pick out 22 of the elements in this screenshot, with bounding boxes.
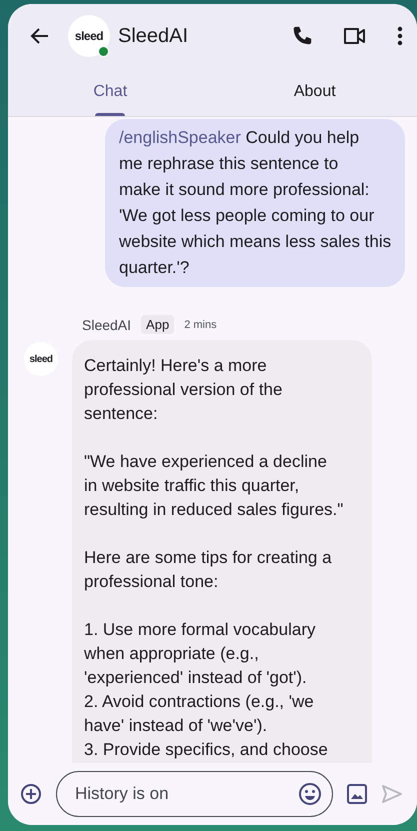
text-input[interactable]: History is on xyxy=(73,783,298,805)
phone-icon[interactable] xyxy=(291,25,313,47)
logo-text: sleed xyxy=(29,354,53,364)
message-paragraph: 1. Use more formal vocabulary when appropriate (e.g., 'experienced' instead of 'got'). 2. Avoid contractions (e.g., 'we have' instead of 'we've'). 3. Provide specifics, and choose xyxy=(84,619,329,761)
more-icon[interactable] xyxy=(397,26,403,46)
message-paragraph: "We have experienced a decline in website traffic this quarter, resulting in reduced sales figures." xyxy=(84,451,344,521)
message-text: /englishSpeaker Could you help me rephrase this sentence to make it sound more professional: 'We got less people coming to our website which means less sales this quarter.'? xyxy=(119,127,392,279)
video-icon[interactable] xyxy=(343,26,367,46)
message-paragraph: Here are some tips for creating a professional tone: xyxy=(84,547,333,593)
image-icon[interactable] xyxy=(347,784,367,804)
message-paragraph: Certainly! Here's a more professional version of the sentence: xyxy=(84,355,284,425)
add-icon[interactable] xyxy=(20,783,42,805)
back-icon[interactable] xyxy=(30,26,50,46)
app-badge: App xyxy=(141,315,174,334)
emoji-icon[interactable] xyxy=(298,782,322,806)
chat-title: SleedAI xyxy=(118,24,188,48)
sender-name: SleedAI xyxy=(82,316,132,332)
message-time: 2 mins xyxy=(184,318,217,330)
message-field[interactable]: History is on xyxy=(56,771,333,817)
tab[interactable]: About xyxy=(212,68,417,116)
logo-text: sleed xyxy=(74,29,104,43)
tab[interactable]: Chat xyxy=(8,68,212,116)
